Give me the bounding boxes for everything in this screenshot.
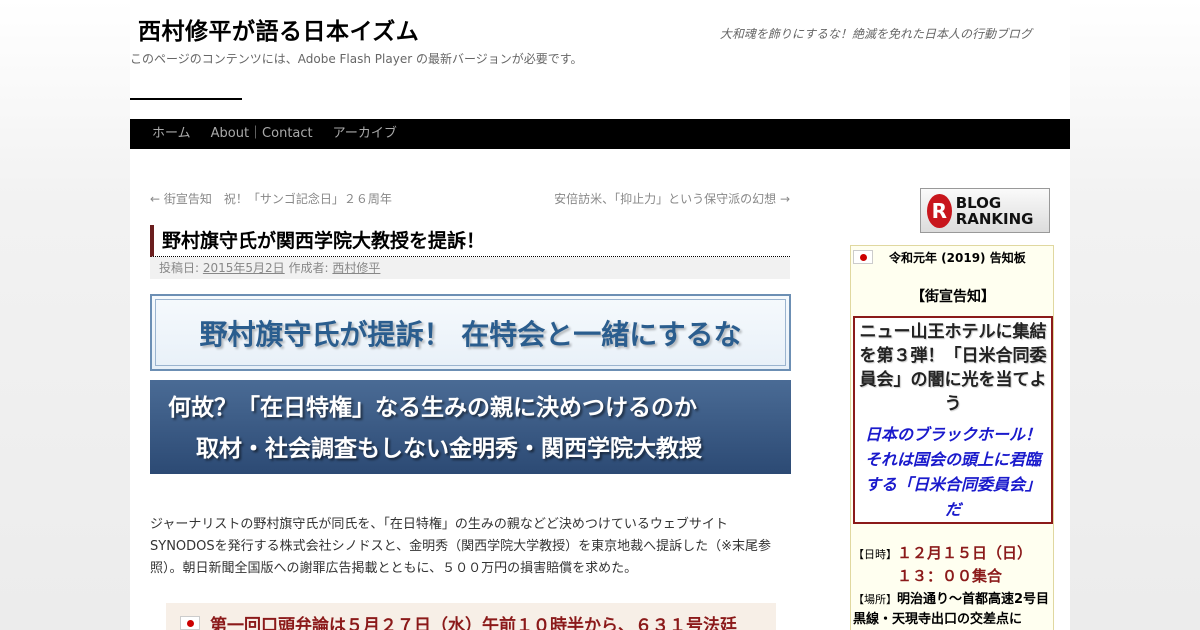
date-value: １２月１５日（日）	[897, 544, 1033, 562]
japan-flag-icon	[853, 250, 873, 264]
notice-board: 令和元年 (2019) 告知板 【街宣告知】 ニュー山王ホテルに集結を第３弾！「…	[850, 245, 1054, 630]
headline-banner-text: 野村旗守氏が提訴！ 在特会と一緒にするな	[199, 317, 742, 351]
japan-flag-icon	[180, 616, 200, 630]
subheadline-line-2: 取材・社会調査もしない金明秀・関西学院大教授	[196, 436, 702, 462]
page-wrapper: 西村修平が語る日本イズム 大和魂を飾りにするな！絶滅を免れた日本人の行動ブログ …	[130, 0, 1070, 630]
rally-subheadline: 日本のブラックホール！それは国会の頭上に君臨する「日米合同委員会」だ	[864, 425, 1041, 519]
rally-place: 【場所】明治通り～首都高速2号目黒線・天現寺出口の交差点に	[853, 590, 1053, 630]
ranking-text: BLOG RANKING	[955, 193, 1034, 228]
blog-ranking-badge[interactable]: R BLOG RANKING	[920, 188, 1050, 233]
subheadline-line-1: 何故？「在日特権」なる生みの親に決めつけるのか	[168, 395, 697, 421]
site-tagline: 大和魂を飾りにするな！絶滅を免れた日本人の行動ブログ	[719, 27, 1032, 41]
next-post-link[interactable]: 安倍訪米、「抑止力」という保守派の幻想 →	[546, 190, 790, 207]
notice-board-header: 令和元年 (2019) 告知板	[851, 246, 1055, 268]
meta-date-link[interactable]: 2015年5月2日	[203, 261, 285, 275]
prev-post-link[interactable]: ← 街宣告知 祝！「サンゴ記念日」２６周年	[150, 190, 392, 207]
article-body: ジャーナリストの野村旗守氏が同氏を、「在日特権」の生みの親などど決めつけているウ…	[150, 517, 772, 576]
flash-notice: このページのコンテンツには、Adobe Flash Player の最新バージョ…	[130, 52, 583, 66]
header-divider	[130, 98, 242, 100]
headline-banner: 野村旗守氏が提訴！ 在特会と一緒にするな	[150, 294, 791, 371]
main-nav: ホーム About｜Contact アーカイブ	[130, 119, 1070, 149]
nav-item-home[interactable]: ホーム	[142, 119, 201, 149]
entry-meta: 投稿日: 2015年5月2日 作成者: 西村修平	[150, 257, 790, 279]
date-label: 【日時】	[853, 548, 897, 561]
meta-author-link[interactable]: 西村修平	[332, 261, 380, 275]
time-value: １３：００集合	[897, 567, 1003, 585]
meta-posted-label: 投稿日:	[159, 261, 200, 275]
rally-datetime: 【日時】１２月１５日（日） １３：００集合	[853, 542, 1053, 586]
hearing-notice-text: 第一回口頭弁論は５月２７日（水）午前１０時半から、６３１号法廷	[210, 615, 737, 630]
site-title[interactable]: 西村修平が語る日本イズム	[138, 12, 419, 46]
ranking-logo-icon: R	[927, 193, 952, 228]
entry-title: 野村旗守氏が関西学院大教授を提訴！	[150, 225, 790, 257]
hearing-notice: 第一回口頭弁論は５月２７日（水）午前１０時半から、６３１号法廷	[166, 603, 776, 630]
nav-item-archive[interactable]: アーカイブ	[323, 119, 407, 149]
notice-board-title: 令和元年 (2019) 告知板	[889, 250, 1026, 265]
nav-item-about[interactable]: About｜Contact	[201, 119, 323, 149]
rally-alert-box: ニュー山王ホテルに集結を第３弾！「日米合同委員会」の闇に光を当てよう 日本のブラ…	[853, 316, 1053, 524]
place-label: 【場所】	[853, 593, 897, 606]
meta-author-label: 作成者:	[288, 261, 329, 275]
subheadline-banner: 何故？「在日特権」なる生みの親に決めつけるのか 取材・社会調査もしない金明秀・関…	[150, 380, 791, 474]
notice-board-subtitle: 【街宣告知】	[911, 289, 995, 305]
rally-headline: ニュー山王ホテルに集結を第３弾！「日米合同委員会」の闇に光を当てよう	[859, 322, 1047, 414]
